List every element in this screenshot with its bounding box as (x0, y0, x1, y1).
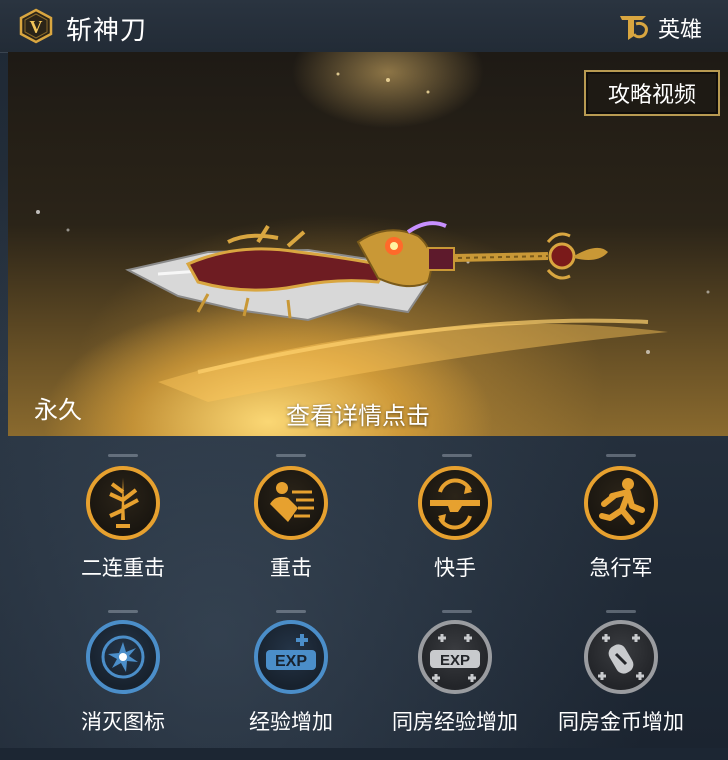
exp-text: EXP (275, 653, 307, 670)
divider-tick (606, 610, 636, 613)
weapon-detail-panel: V 斩神刀 英雄 攻略视频 永久 查看详情点击 二连重击 重击 快手 急行军 消… (0, 0, 728, 748)
sprint-icon (599, 478, 645, 525)
exp-text: EXP (440, 652, 470, 669)
double-strike-icon (109, 478, 139, 528)
weapon-blade-image (125, 221, 608, 322)
skill-quick-hand[interactable]: 快手 (375, 466, 535, 606)
divider-tick (442, 610, 472, 613)
eliminate-icon (101, 635, 145, 679)
skill-label: 重击 (270, 557, 312, 580)
skill-eliminate-icon[interactable]: 消灭图标 (43, 620, 203, 760)
divider-tick (276, 454, 306, 457)
guide-video-button[interactable]: 攻略视频 (584, 70, 720, 116)
skill-room-exp-boost[interactable]: EXP 同房经验增加 (375, 620, 535, 760)
quick-hand-icon (430, 478, 480, 530)
divider-tick (108, 610, 138, 613)
vip-badge-icon: V (19, 8, 53, 44)
skill-sprint[interactable]: 急行军 (541, 466, 701, 606)
skill-label: 二连重击 (81, 557, 165, 580)
skill-double-strike[interactable]: 二连重击 (43, 466, 203, 606)
heavy-strike-icon (270, 482, 314, 522)
divider-tick (442, 454, 472, 457)
skill-exp-boost[interactable]: EXP 经验增加 (211, 620, 371, 760)
skill-label: 同房金币增加 (558, 711, 684, 734)
duration-label: 永久 (34, 397, 82, 424)
weapon-banner[interactable]: 攻略视频 永久 查看详情点击 (8, 52, 728, 436)
weapon-title: 斩神刀 (66, 15, 148, 45)
skill-heavy-strike[interactable]: 重击 (211, 466, 371, 606)
view-details-link[interactable]: 查看详情点击 (286, 396, 430, 431)
divider-tick (276, 610, 306, 613)
room-exp-icon: EXP (430, 634, 480, 682)
skill-label: 快手 (434, 557, 476, 580)
skill-label: 同房经验增加 (392, 711, 518, 734)
divider-tick (606, 454, 636, 457)
divider-tick (108, 454, 138, 457)
skill-room-coin-boost[interactable]: 同房金币增加 (541, 620, 701, 760)
skill-label: 消灭图标 (81, 711, 165, 734)
rank-label: 英雄 (658, 17, 703, 42)
header-bar: V 斩神刀 英雄 (0, 0, 728, 53)
rank-emblem-icon (620, 16, 648, 40)
skill-label: 经验增加 (249, 711, 333, 734)
exp-plus-icon: EXP (266, 634, 316, 670)
badge-letter: V (30, 17, 43, 37)
skill-label: 急行军 (589, 557, 653, 580)
room-coin-icon (598, 634, 644, 680)
